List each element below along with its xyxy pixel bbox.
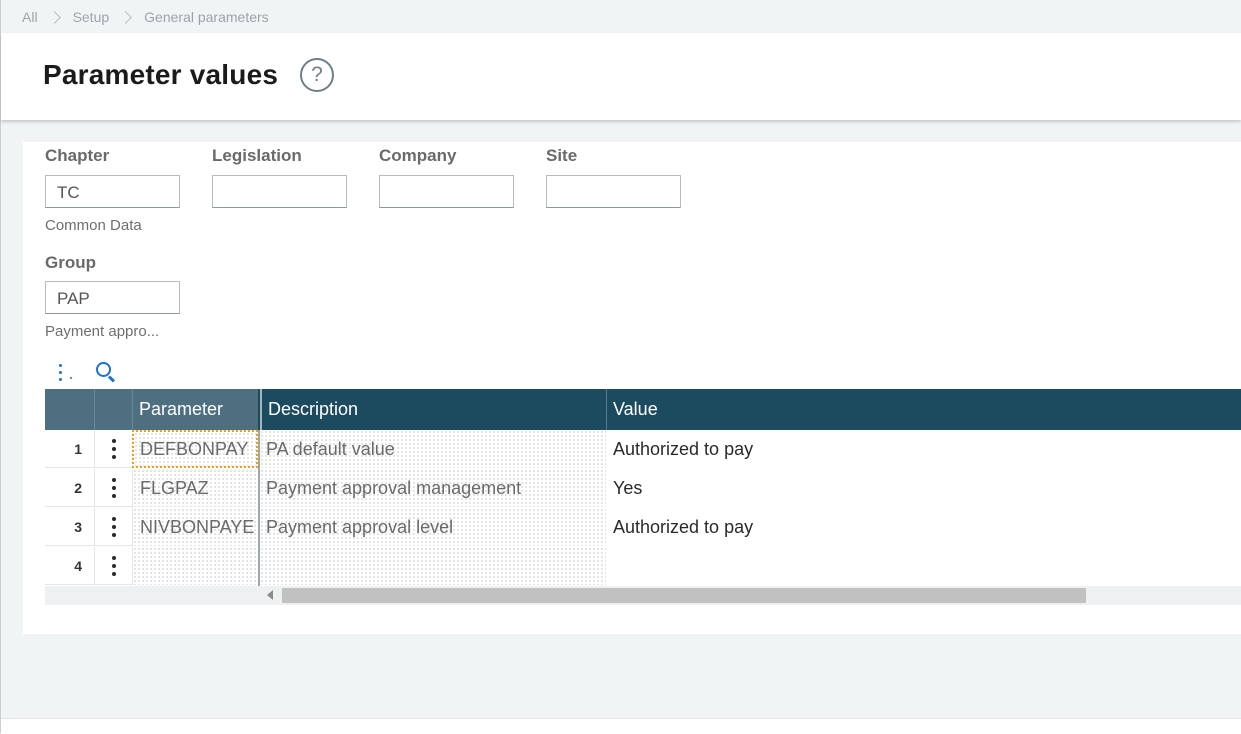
legislation-label: Legislation	[212, 146, 302, 165]
page-title: Parameter values	[43, 59, 279, 90]
title-bar: Parameter values ?	[1, 33, 1241, 120]
page-footer	[1, 718, 1241, 734]
table-row[interactable]: 3 NIVBONPAYE Payment approval level Auth…	[45, 508, 1241, 547]
breadcrumb-all[interactable]: All	[22, 9, 38, 25]
row-number: 4	[45, 547, 94, 585]
row-actions[interactable]	[94, 547, 132, 585]
breadcrumb: All Setup General parameters	[22, 8, 269, 26]
chevron-right-icon	[47, 10, 61, 24]
site-input[interactable]	[546, 175, 681, 208]
parameter-cell[interactable]: DEFBONPAY	[132, 430, 258, 468]
value-cell[interactable]: Yes	[606, 469, 1241, 507]
column-header-description[interactable]: Description	[260, 389, 606, 430]
header-row-number	[45, 389, 94, 430]
parameter-cell[interactable]: FLGPAZ	[132, 469, 258, 507]
group-label: Group	[45, 253, 96, 272]
parameter-cell[interactable]: NIVBONPAYE	[132, 508, 258, 546]
row-number: 3	[45, 508, 94, 546]
value-cell[interactable]: Authorized to pay	[606, 508, 1241, 546]
row-actions[interactable]	[94, 430, 132, 468]
chapter-hint: Common Data	[45, 217, 142, 234]
scroll-left-arrow-icon[interactable]	[267, 590, 273, 600]
breadcrumb-general-parameters[interactable]: General parameters	[144, 9, 269, 25]
header-row-actions	[94, 389, 132, 430]
row-number: 1	[45, 430, 94, 468]
grid-header: Parameter Description Value	[45, 389, 1241, 430]
more-vertical-icon[interactable]	[112, 517, 116, 537]
group-input[interactable]: PAP	[45, 281, 180, 314]
column-header-value[interactable]: Value	[606, 389, 1241, 430]
scrollbar-thumb[interactable]	[282, 588, 1086, 603]
description-cell: Payment approval management	[260, 469, 606, 507]
value-cell[interactable]	[606, 547, 1241, 585]
table-row[interactable]: 1 DEFBONPAY PA default value Authorized …	[45, 430, 1241, 469]
horizontal-scrollbar[interactable]	[45, 586, 1241, 605]
parameter-cell[interactable]	[132, 547, 258, 585]
more-vertical-icon[interactable]	[112, 439, 116, 459]
legislation-input[interactable]	[212, 175, 347, 208]
row-number: 2	[45, 469, 94, 507]
table-row[interactable]: 2 FLGPAZ Payment approval management Yes	[45, 469, 1241, 508]
chapter-label: Chapter	[45, 146, 110, 165]
description-cell: Payment approval level	[260, 508, 606, 546]
more-vertical-icon[interactable]	[112, 556, 116, 576]
row-actions[interactable]	[94, 508, 132, 546]
table-row[interactable]: 4	[45, 547, 1241, 586]
group-hint: Payment appro...	[45, 323, 160, 340]
site-label: Site	[546, 146, 578, 165]
value-cell[interactable]: Authorized to pay	[606, 430, 1241, 468]
column-header-parameter[interactable]: Parameter	[132, 389, 258, 430]
company-input[interactable]	[379, 175, 514, 208]
frozen-column-divider	[258, 430, 260, 586]
description-cell	[260, 547, 606, 585]
row-actions[interactable]	[94, 469, 132, 507]
chapter-input[interactable]: TC	[45, 175, 180, 208]
search-icon[interactable]	[96, 362, 116, 383]
company-label: Company	[379, 146, 457, 165]
more-vertical-icon[interactable]	[112, 478, 116, 498]
description-cell: PA default value	[260, 430, 606, 468]
help-circle-icon[interactable]: ?	[300, 58, 334, 92]
chevron-right-icon	[119, 10, 133, 24]
more-vertical-icon[interactable]	[56, 363, 72, 383]
breadcrumb-setup[interactable]: Setup	[73, 9, 110, 25]
